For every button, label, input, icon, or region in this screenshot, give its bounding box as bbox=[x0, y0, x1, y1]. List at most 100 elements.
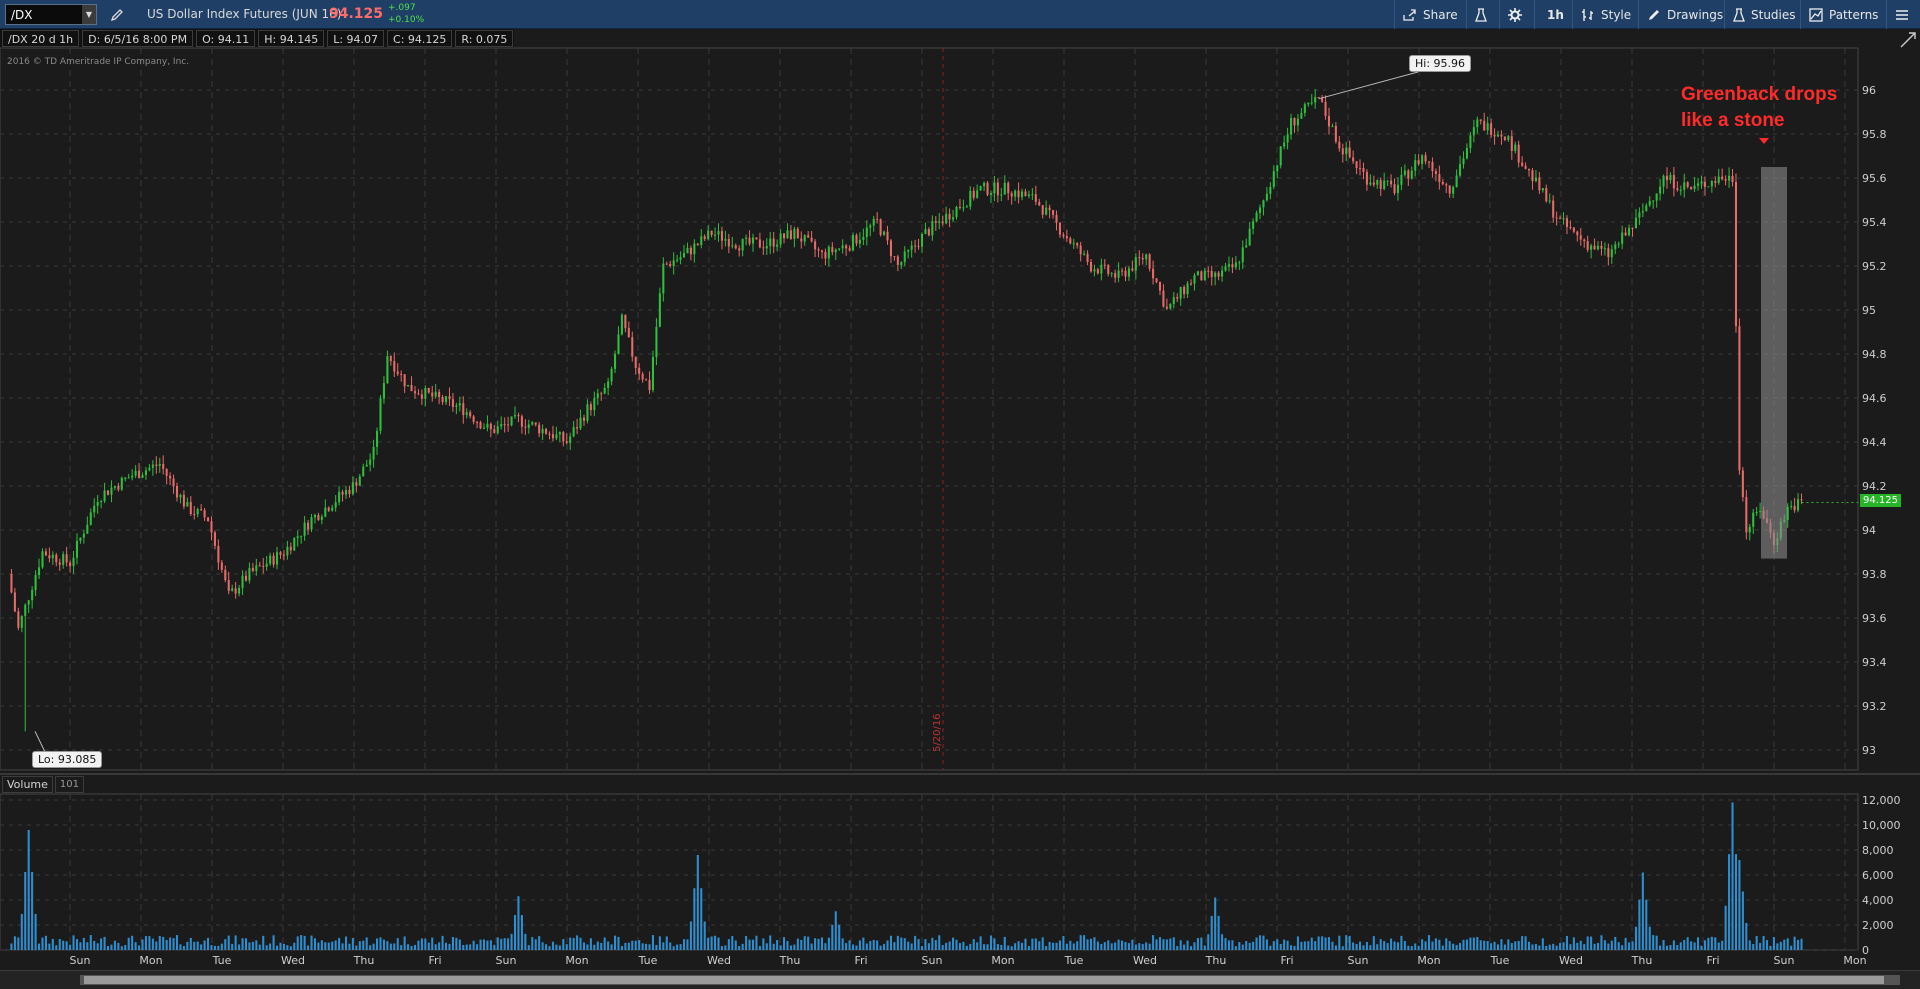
candle-body bbox=[676, 259, 679, 261]
volume-bar bbox=[327, 942, 330, 950]
volume-bar bbox=[131, 935, 134, 950]
annotation-arrow-icon bbox=[1759, 138, 1769, 144]
volume-bar bbox=[1100, 943, 1103, 950]
price-tick-label: 95.4 bbox=[1862, 216, 1887, 229]
horizontal-scrollbar[interactable] bbox=[0, 970, 1920, 989]
x-tick-label: Sun bbox=[922, 954, 943, 967]
volume-bar bbox=[1155, 939, 1158, 950]
volume-bar bbox=[113, 940, 116, 950]
candle-body bbox=[1634, 217, 1637, 229]
volume-bar bbox=[89, 935, 92, 950]
volume-bar bbox=[1565, 935, 1569, 950]
scroll-thumb[interactable] bbox=[84, 976, 1884, 984]
volume-bar bbox=[1755, 935, 1758, 950]
candle-body bbox=[734, 245, 737, 249]
candle-body bbox=[320, 516, 323, 520]
volume-bar bbox=[189, 937, 192, 950]
volume-bar bbox=[696, 855, 699, 950]
candle-body bbox=[200, 509, 203, 511]
volume-bar bbox=[1765, 940, 1769, 950]
volume-bar bbox=[724, 945, 727, 950]
volume-bar bbox=[531, 937, 534, 950]
volume-bar bbox=[227, 935, 230, 950]
volume-bar bbox=[1724, 905, 1727, 950]
volume-bar bbox=[424, 938, 427, 950]
candle-body bbox=[1083, 253, 1086, 255]
volume-bar bbox=[1486, 941, 1489, 950]
candle-body bbox=[451, 399, 454, 407]
candle-body bbox=[1414, 160, 1417, 171]
volume-bar bbox=[779, 945, 782, 950]
volume-bar bbox=[534, 939, 537, 950]
candle-body bbox=[465, 412, 468, 416]
candle-body bbox=[148, 467, 151, 471]
candle-body bbox=[448, 396, 451, 400]
candle-body bbox=[1041, 205, 1044, 215]
volume-bar bbox=[1793, 936, 1796, 950]
volume-bar bbox=[1400, 935, 1403, 950]
candle-body bbox=[1169, 304, 1172, 309]
candle-body bbox=[476, 421, 479, 423]
candle-body bbox=[1265, 193, 1268, 201]
volume-bar bbox=[1093, 937, 1096, 950]
candle-body bbox=[255, 565, 258, 572]
volume-bar bbox=[386, 941, 389, 950]
volume-bar bbox=[548, 946, 551, 950]
candle-body bbox=[1293, 118, 1296, 126]
candle-body bbox=[1155, 278, 1158, 282]
candle-body bbox=[1686, 182, 1689, 187]
volume-bar bbox=[1490, 943, 1493, 950]
candle-body bbox=[779, 233, 782, 245]
candle-body bbox=[217, 545, 220, 563]
volume-bar bbox=[262, 935, 265, 950]
volume-bar bbox=[1679, 942, 1682, 950]
candle-body bbox=[20, 615, 23, 628]
volume-bar bbox=[1027, 946, 1030, 950]
candle-body bbox=[1390, 180, 1393, 185]
candle-body bbox=[1555, 217, 1558, 219]
volume-bar bbox=[196, 941, 199, 950]
volume-bar bbox=[1641, 872, 1644, 950]
high-connector bbox=[1318, 71, 1419, 100]
candle-body bbox=[613, 354, 617, 369]
volume-bar bbox=[789, 945, 792, 950]
candle-body bbox=[1252, 221, 1255, 229]
volume-bar bbox=[793, 944, 796, 950]
volume-bar bbox=[824, 943, 827, 950]
candle-body bbox=[313, 514, 317, 518]
volume-bar bbox=[1179, 940, 1182, 950]
candle-body bbox=[1290, 118, 1293, 135]
volume-bar bbox=[1603, 940, 1606, 950]
candle-body bbox=[17, 611, 20, 628]
volume-bar bbox=[703, 921, 706, 950]
volume-bar bbox=[1693, 942, 1696, 950]
candle-body bbox=[555, 434, 558, 439]
volume-bar bbox=[1434, 938, 1437, 950]
annotation-line-2: like a stone bbox=[1681, 110, 1785, 131]
volume-bar bbox=[431, 937, 434, 950]
volume-bar bbox=[1200, 937, 1203, 950]
candle-body bbox=[565, 441, 568, 443]
candle-body bbox=[631, 337, 634, 357]
draw-tools-icon[interactable] bbox=[1896, 29, 1920, 51]
candle-body bbox=[607, 381, 610, 388]
price-chart[interactable]: 5/20/16 96 95.8 95.6 95.4 95.2 95 94.8 94.6 94.4… bbox=[0, 0, 1920, 989]
candle-body bbox=[1086, 253, 1089, 262]
candle-body bbox=[1800, 499, 1803, 501]
candle-body bbox=[534, 422, 537, 425]
volume-bar bbox=[900, 937, 903, 950]
candle-body bbox=[296, 536, 299, 539]
candle-body bbox=[1286, 134, 1289, 143]
volume-bar bbox=[1769, 945, 1772, 950]
candle-body bbox=[886, 231, 889, 241]
volume-bar bbox=[1624, 937, 1627, 950]
volume-bar bbox=[948, 941, 951, 950]
volume-bar bbox=[1734, 854, 1738, 950]
volume-bar bbox=[1507, 939, 1510, 950]
volume-bar bbox=[1421, 939, 1424, 950]
volume-bar bbox=[600, 942, 603, 950]
volume-bar bbox=[1676, 945, 1679, 950]
candle-body bbox=[348, 489, 351, 494]
volume-bar bbox=[1138, 943, 1141, 950]
candle-body bbox=[983, 182, 986, 187]
